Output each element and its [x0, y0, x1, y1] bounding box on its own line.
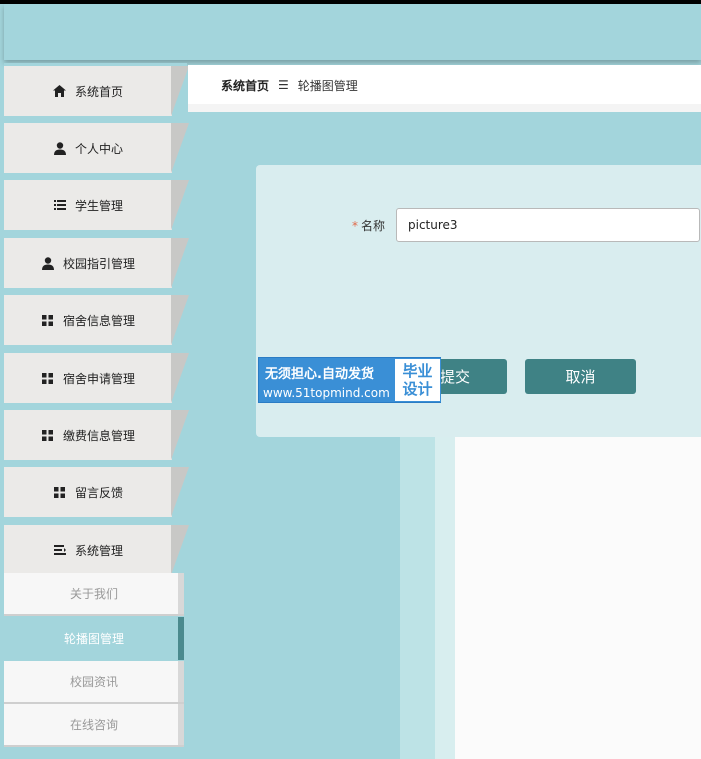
sidebar-item-dorm-apply[interactable]: 宿舍申请管理 [4, 353, 189, 403]
sidebar-item-dorm-info[interactable]: 宿舍信息管理 [4, 295, 189, 345]
sidebar-item-label: 系统首页 [74, 84, 123, 99]
submenu-item-consult[interactable]: 在线咨询 [4, 704, 184, 747]
grid-icon [41, 428, 55, 442]
settings-list-icon [53, 543, 67, 557]
name-input[interactable] [396, 208, 700, 242]
sidebar-item-label: 留言反馈 [74, 485, 123, 500]
sidebar-item-label: 学生管理 [74, 198, 123, 213]
content-panel [455, 437, 701, 759]
watermark-overlay: 无须担心.自动发货 www.51topmind.com 毕业 设计 [258, 357, 441, 403]
user-icon [41, 256, 55, 270]
submenu-item-carousel[interactable]: 轮播图管理 [4, 617, 184, 660]
sidebar-item-campus-guide[interactable]: 校园指引管理 [4, 238, 189, 288]
submenu-item-about[interactable]: 关于我们 [4, 573, 184, 616]
sidebar-item-label: 系统管理 [74, 543, 123, 558]
cancel-button[interactable]: 取消 [525, 359, 636, 394]
breadcrumb-separator-icon: ☰ [278, 78, 289, 92]
breadcrumb-current: 轮播图管理 [297, 78, 358, 93]
breadcrumb-home[interactable]: 系统首页 [221, 77, 269, 94]
sidebar-item-profile[interactable]: 个人中心 [4, 123, 189, 173]
grid-icon [41, 371, 55, 385]
submenu-item-label: 轮播图管理 [63, 632, 124, 646]
sidebar-item-label: 宿舍申请管理 [62, 371, 135, 386]
sidebar-item-label: 宿舍信息管理 [62, 313, 135, 328]
sidebar-item-label: 校园指引管理 [62, 256, 135, 271]
sidebar-item-label: 个人中心 [74, 141, 123, 156]
list-icon [53, 198, 67, 212]
background-strip [400, 437, 435, 759]
submenu-item-label: 校园资讯 [69, 675, 118, 689]
submenu-item-news[interactable]: 校园资讯 [4, 661, 184, 704]
watermark-text: 无须担心.自动发货 [265, 367, 374, 382]
watermark-url: www.51topmind.com [263, 386, 390, 400]
submenu-item-label: 在线咨询 [69, 718, 118, 732]
sidebar-item-feedback[interactable]: 留言反馈 [4, 467, 189, 517]
user-icon [53, 141, 67, 155]
sidebar-item-students[interactable]: 学生管理 [4, 180, 189, 230]
home-icon [53, 84, 67, 98]
required-mark: * [352, 219, 358, 233]
sidebar-item-system[interactable]: 系统管理 [4, 525, 189, 575]
sidebar-item-home[interactable]: 系统首页 [4, 66, 189, 116]
submenu-item-label: 关于我们 [69, 587, 118, 601]
grid-icon [53, 485, 67, 499]
name-field-label: * 名称 [352, 219, 386, 233]
breadcrumb-divider [188, 104, 701, 112]
background-strip [435, 437, 455, 759]
breadcrumb: 系统首页 ☰ 轮播图管理 [188, 65, 701, 105]
sidebar-item-payment[interactable]: 缴费信息管理 [4, 410, 189, 460]
sidebar-item-label: 缴费信息管理 [62, 428, 135, 443]
watermark-badge: 毕业 设计 [394, 358, 441, 402]
grid-icon [41, 313, 55, 327]
app-header [4, 4, 701, 60]
